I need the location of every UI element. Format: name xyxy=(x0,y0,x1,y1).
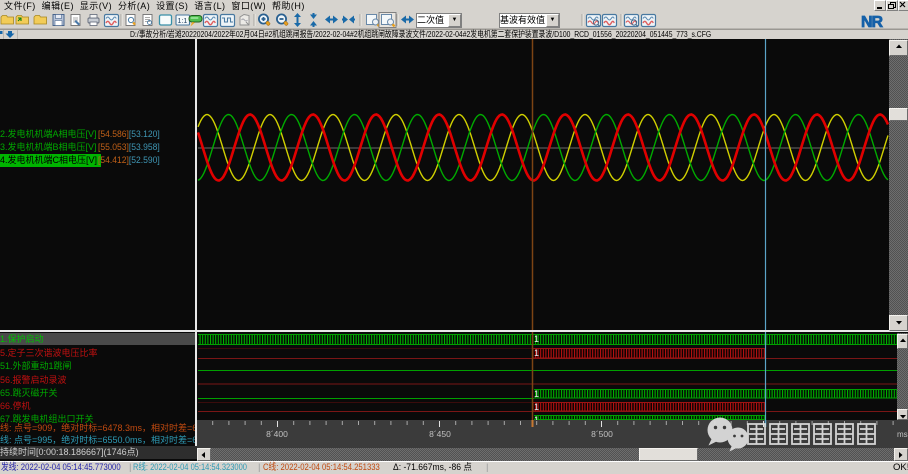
svg-text:1: 1 xyxy=(534,348,539,358)
svg-text:1: 1 xyxy=(534,334,539,344)
svg-text:8´400: 8´400 xyxy=(266,429,288,439)
svg-text:8´500: 8´500 xyxy=(591,429,613,439)
svg-text:8´450: 8´450 xyxy=(429,429,451,439)
svg-text:NR: NR xyxy=(861,14,884,30)
svg-text:1:1: 1:1 xyxy=(178,18,188,25)
svg-text:1: 1 xyxy=(534,389,539,399)
svg-text:1: 1 xyxy=(534,402,539,412)
